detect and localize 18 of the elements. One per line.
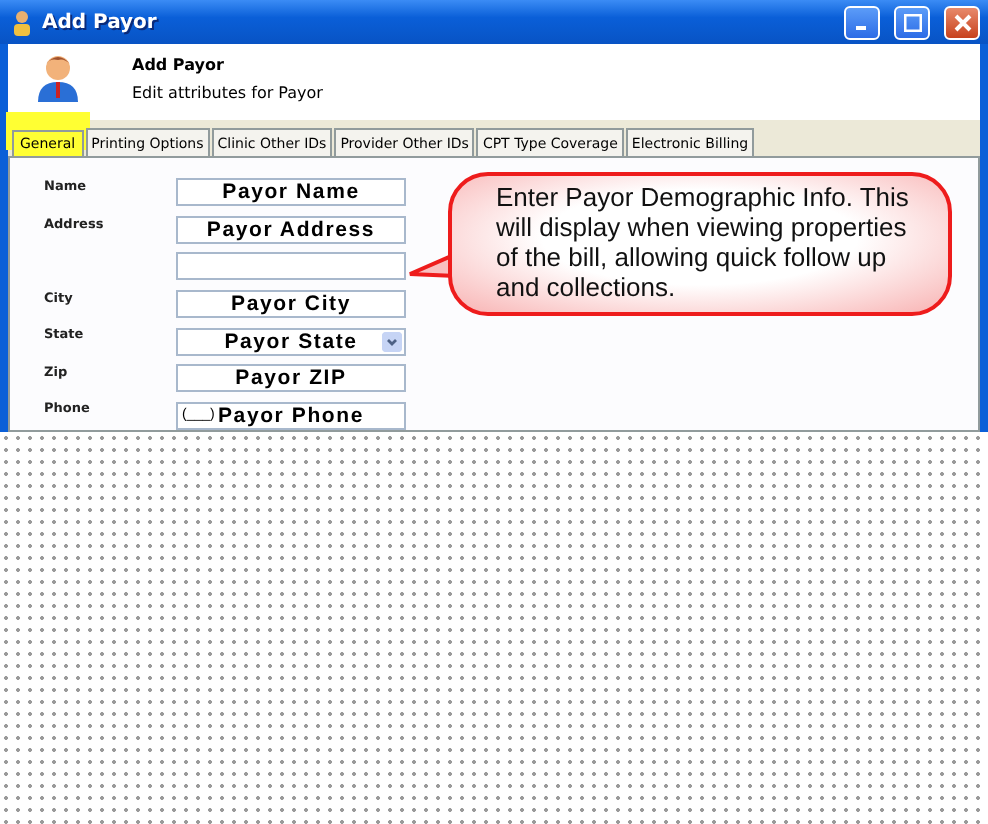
input-field[interactable]: Payor ZIP xyxy=(176,364,406,393)
callout-bubble: Enter Payor Demographic Info. This will display when viewing properties of the bill, allowing quick follow up and collections. xyxy=(448,172,952,316)
window-title: Add Payor xyxy=(42,11,159,33)
input-field[interactable]: Payor Name xyxy=(176,178,406,207)
close-button[interactable] xyxy=(944,5,980,39)
close-icon xyxy=(953,13,971,31)
person-icon xyxy=(36,54,80,102)
dialog-subtitle: Edit attributes for Payor xyxy=(132,84,323,102)
minimize-button[interactable] xyxy=(844,5,880,39)
maximize-button[interactable] xyxy=(894,5,930,39)
dialog-title: Add Payor xyxy=(132,56,226,74)
dropdown-arrow-icon[interactable] xyxy=(382,331,402,352)
input-field[interactable]: Payor Address xyxy=(176,215,406,244)
input-field[interactable]: Payor City xyxy=(176,290,406,319)
maximize-icon xyxy=(903,13,921,31)
person-icon xyxy=(12,9,32,35)
dropdown-field[interactable]: Payor State xyxy=(176,327,406,356)
input-field[interactable] xyxy=(176,252,406,281)
